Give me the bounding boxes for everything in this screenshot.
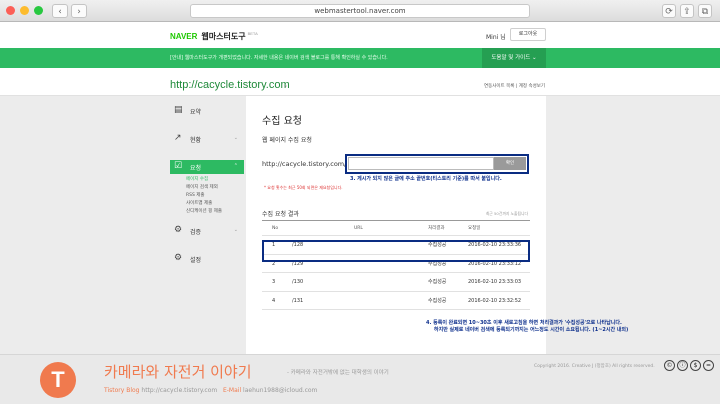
sidebar-item-verify[interactable]: ⚙ 검증 ⌄ (170, 224, 244, 238)
results-info: 최근 50건까지 노출됩니다 (485, 211, 528, 216)
sidebar-item-settings[interactable]: ⚙ 설정 (170, 252, 244, 266)
close-window-button[interactable] (6, 6, 15, 15)
email-label: E-Mail (222, 387, 242, 394)
submenu-rss[interactable]: RSS 제출 (186, 192, 244, 200)
notice-text: [안내] 웹마스터도구가 개편되었습니다. 자세한 내용은 네이버 검색 블로그… (170, 55, 388, 61)
sidebar-item-label: 현황 (190, 137, 202, 144)
row-url[interactable]: /131 (292, 292, 303, 310)
table-row[interactable]: 4 /131 수집성공 2016-02-10 23:32:52 (262, 292, 530, 310)
row-no: 3 (272, 279, 276, 285)
row-status: 수집성공 (428, 279, 447, 285)
column-header: 처리결과 (428, 226, 445, 231)
table-row[interactable]: 3 /130 수집성공 2016-02-10 23:33:03 (262, 273, 530, 292)
chart-icon: ↗ (174, 133, 182, 143)
results-title: 수집 요청 결과 (262, 211, 299, 218)
submenu-page-collect[interactable]: 페이지 수집 (186, 176, 244, 184)
forward-icon[interactable]: › (71, 4, 87, 18)
input-highlight-box (345, 154, 529, 174)
site-url-selector[interactable]: http://cacycle.tistory.com (170, 79, 290, 91)
url-prefix: http://cacycle.tistory.com/ (262, 160, 347, 168)
annotation-step-4-line-2: 하지만 실제로 네이버 검색에 등록되기까지는 어느정도 시간이 소요됩니다. … (434, 327, 629, 333)
submenu-page-exclude[interactable]: 페이지 검색 제외 (186, 184, 244, 192)
brand-name: NAVER (170, 32, 198, 41)
request-note: * 요청 횟수는 최근 50회 되면은 재요청입니다. (264, 185, 343, 190)
blog-banner: T 카메라와 자전거 이야기 - 카메라와 자전거밖에 없는 대학생의 이야기 … (0, 354, 720, 404)
naver-logo[interactable]: NAVER 웹마스터도구 BETA (170, 31, 258, 42)
window-controls (6, 6, 43, 15)
page-title: 수집 요청 (262, 116, 302, 127)
site-selector-bar: http://cacycle.tistory.com ⌄ 연동사이트 목록 | … (0, 68, 720, 96)
annotation-step-4-line-1: 4. 등록이 완료되면 10~30초 이후 새로고침을 하면 처리결과가 '수집… (426, 320, 622, 326)
sidebar-item-label: 검증 (190, 229, 202, 236)
minimize-window-button[interactable] (20, 6, 29, 15)
row-highlight-box (262, 240, 530, 262)
browser-toolbar: ‹ › webmastertool.naver.com ⟳ ⇪ ⧉ (0, 0, 720, 22)
gear-icon: ⚙ (174, 225, 183, 235)
sidebar-item-status[interactable]: ↗ 현황 ⌄ (170, 132, 244, 146)
by-icon: ⓘ (677, 360, 688, 371)
chevron-down-icon: ⌄ (233, 227, 238, 233)
row-date: 2016-02-10 23:33:03 (468, 279, 522, 285)
sidebar-item-label: 설정 (190, 257, 202, 264)
submenu-syndication[interactable]: 신디케이션 핑 제출 (186, 208, 244, 216)
reload-icon[interactable]: ⟳ (662, 4, 676, 18)
blog-label: Tistory Blog (104, 387, 140, 394)
chevron-up-icon: ⌃ (233, 163, 238, 169)
nc-icon: $ (690, 360, 701, 371)
sidebar-item-summary[interactable]: ▤ 요약 (170, 104, 244, 118)
column-header: 요청일 (468, 226, 481, 231)
site-links[interactable]: 연동사이트 목록 | 계정 속성보기 (484, 83, 545, 89)
sidebar-item-request[interactable]: ☑ 요청 ⌃ (170, 160, 244, 174)
sidebar: ▤ 요약 ↗ 현황 ⌄ ☑ 요청 ⌃ 페이지 수집 페이지 검색 제외 RSS … (170, 104, 244, 354)
row-date: 2016-02-10 23:32:52 (468, 297, 522, 304)
blog-tagline: - 카메라와 자전거밖에 없는 대학생의 이야기 (287, 370, 389, 376)
copyright: Copyright 2016. Creative J (정암호) All rig… (534, 364, 655, 369)
tabs-icon[interactable]: ⧉ (698, 4, 712, 18)
beta-badge: BETA (247, 31, 258, 37)
help-guide-button[interactable]: 도움말 및 가이드 ⌄ (482, 48, 546, 68)
back-icon[interactable]: ‹ (52, 4, 68, 18)
annotation-step-3: 3. 게시가 되지 않은 글에 주소 끝번호(티스토리 기준)를 따서 붙입니다… (350, 176, 532, 183)
row-no: 4 (272, 297, 276, 304)
site-header: NAVER 웹마스터도구 BETA Mini 님 로그아웃 (0, 22, 720, 48)
section-subhead: 웹 페이지 수집 요청 (262, 137, 312, 144)
summary-icon: ▤ (174, 105, 183, 115)
table-header: No URL 처리결과 요청일 (262, 220, 530, 236)
email-address[interactable]: laehun1988@icloud.com (243, 387, 317, 394)
results-table: No URL 처리결과 요청일 1 /128 수집성공 2016-02-10 2… (262, 220, 530, 310)
annotation-step-4: 4. 등록이 완료되면 10~30초 이후 새로고침을 하면 처리결과가 '수집… (426, 320, 684, 334)
right-gutter (546, 96, 720, 354)
tistory-logo: T (40, 362, 76, 398)
share-icon[interactable]: ⇪ (680, 4, 694, 18)
blog-url[interactable]: http://cacycle.tistory.com (141, 387, 217, 394)
column-header: URL (354, 226, 363, 231)
settings-icon: ⚙ (174, 253, 183, 263)
checkbox-icon: ☑ (174, 161, 183, 171)
main-content: 수집 요청 웹 페이지 수집 요청 http://cacycle.tistory… (246, 96, 546, 354)
row-url[interactable]: /130 (292, 273, 303, 291)
nd-icon: = (703, 360, 714, 371)
chevron-down-icon: ⌄ (233, 135, 238, 141)
address-bar[interactable]: webmastertool.naver.com (190, 4, 530, 18)
sidebar-item-label: 요청 (190, 165, 202, 172)
column-header: No (272, 226, 279, 231)
blog-meta: Tistory Blog http://cacycle.tistory.com … (104, 387, 317, 394)
sidebar-item-label: 요약 (190, 109, 202, 116)
service-name: 웹마스터도구 (201, 32, 246, 41)
notice-bar: [안내] 웹마스터도구가 개편되었습니다. 자세한 내용은 네이버 검색 블로그… (0, 48, 720, 68)
left-gutter (0, 96, 162, 354)
request-submenu: 페이지 수집 페이지 검색 제외 RSS 제출 사이트맵 제출 신디케이션 핑 … (186, 176, 244, 216)
chevron-down-icon[interactable]: ⌄ (283, 82, 288, 89)
cc-icon: © (664, 360, 675, 371)
blog-name: 카메라와 자전거 이야기 (104, 363, 252, 381)
row-status: 수집성공 (428, 297, 447, 304)
zoom-window-button[interactable] (34, 6, 43, 15)
submenu-sitemap[interactable]: 사이트맵 제출 (186, 200, 244, 208)
logout-button[interactable]: 로그아웃 (510, 28, 546, 41)
cc-license-icons: © ⓘ $ = (664, 360, 714, 371)
user-name[interactable]: Mini 님 (486, 32, 506, 41)
